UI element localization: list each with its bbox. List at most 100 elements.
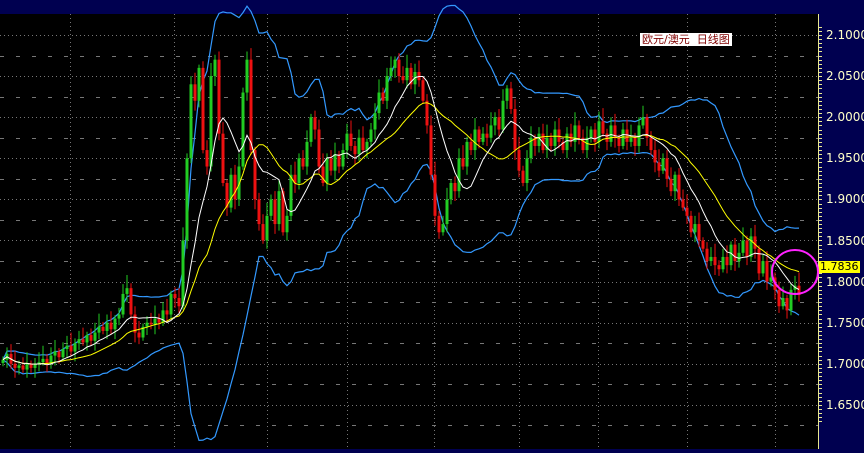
candle-body — [625, 129, 629, 142]
y-tick-label: 1.9000 — [826, 192, 864, 207]
candle-body — [209, 76, 213, 167]
candle-body — [353, 145, 357, 155]
candle-body — [765, 261, 769, 282]
candle-body — [121, 293, 125, 315]
candle-body — [669, 178, 673, 192]
candle-body — [169, 293, 173, 315]
candle-body — [349, 133, 353, 146]
candle-body — [445, 199, 449, 225]
candle-body — [641, 117, 645, 126]
candle-body — [1, 359, 5, 363]
candle-body — [205, 150, 209, 167]
candle-body — [709, 256, 713, 262]
candle-body — [69, 345, 73, 352]
candle-body — [289, 174, 293, 216]
candle-body — [697, 224, 701, 241]
candle-body — [457, 158, 461, 192]
y-tick-label: 1.8500 — [826, 233, 864, 248]
candle-body — [689, 215, 693, 233]
candle-body — [277, 191, 281, 225]
candle-body — [177, 298, 181, 307]
candle-body — [721, 256, 725, 270]
candle-body — [33, 364, 37, 368]
candle-body — [213, 59, 217, 77]
candle-body — [381, 92, 385, 101]
y-tick-label: 2.0500 — [826, 69, 864, 84]
candle-body — [257, 199, 261, 225]
candle-body — [297, 158, 301, 183]
candle-body — [13, 363, 17, 368]
candle-body — [249, 59, 253, 151]
candle-body — [477, 129, 481, 142]
candle-body — [437, 215, 441, 233]
y-tick-label: 2.0000 — [826, 110, 864, 125]
candle-body — [465, 141, 469, 167]
candle-body — [433, 174, 437, 216]
candle-body — [21, 365, 25, 370]
candle-body — [333, 154, 337, 171]
candle-body — [577, 125, 581, 138]
candle-body — [153, 318, 157, 325]
candle-body — [429, 125, 433, 175]
candle-body — [85, 335, 89, 343]
candle-body — [729, 244, 733, 266]
candle-body — [701, 240, 705, 249]
candle-body — [61, 349, 65, 358]
candle-body — [513, 108, 517, 151]
candle-body — [341, 150, 345, 167]
candle-body — [193, 84, 197, 101]
candle-body — [25, 363, 29, 370]
y-tick-label: 1.8000 — [826, 274, 864, 289]
candle-body — [665, 158, 669, 179]
candle-body — [229, 174, 233, 208]
candle-body — [717, 265, 721, 270]
candle-body — [501, 100, 505, 130]
candle-body — [369, 129, 373, 142]
candle-body — [593, 129, 597, 142]
candle-body — [273, 199, 277, 225]
candle-body — [741, 240, 745, 253]
candle-body — [97, 326, 101, 333]
candle-body — [553, 129, 557, 146]
y-tick-label: 1.6500 — [826, 397, 864, 412]
candle-body — [129, 288, 133, 315]
candle-body — [357, 137, 361, 155]
candle-body — [173, 293, 177, 299]
y-tick-label: 1.7000 — [826, 356, 864, 371]
candle-body — [693, 224, 697, 233]
candle-body — [137, 332, 141, 338]
y-tick-label: 1.7500 — [826, 315, 864, 330]
candle-body — [589, 129, 593, 138]
candle-body — [165, 310, 169, 315]
candle-body — [401, 76, 405, 81]
candle-body — [93, 332, 97, 341]
candle-body — [385, 76, 389, 101]
candle-body — [89, 335, 93, 341]
y-tick-label: 1.9500 — [826, 151, 864, 166]
candle-body — [105, 322, 109, 331]
candle-body — [485, 133, 489, 138]
candle-body — [653, 150, 657, 163]
candle-body — [509, 88, 513, 109]
candle-body — [481, 133, 485, 142]
candle-body — [389, 67, 393, 77]
candle-body — [657, 162, 661, 171]
candle-body — [521, 170, 525, 183]
candle-body — [681, 199, 685, 208]
candle-body — [617, 137, 621, 146]
candle-body — [621, 129, 625, 146]
candle-body — [17, 365, 21, 368]
candle-body — [313, 117, 317, 130]
candle-body — [725, 256, 729, 266]
candle-body — [57, 351, 61, 358]
candle-body — [449, 182, 453, 200]
candle-body — [81, 339, 85, 343]
candle-body — [453, 182, 457, 192]
candle-body — [461, 158, 465, 167]
candle-body — [661, 158, 665, 171]
candle-body — [497, 117, 501, 130]
candle-body — [377, 92, 381, 114]
candle-body — [53, 351, 57, 356]
candle-body — [221, 133, 225, 183]
candle-body — [373, 113, 377, 130]
